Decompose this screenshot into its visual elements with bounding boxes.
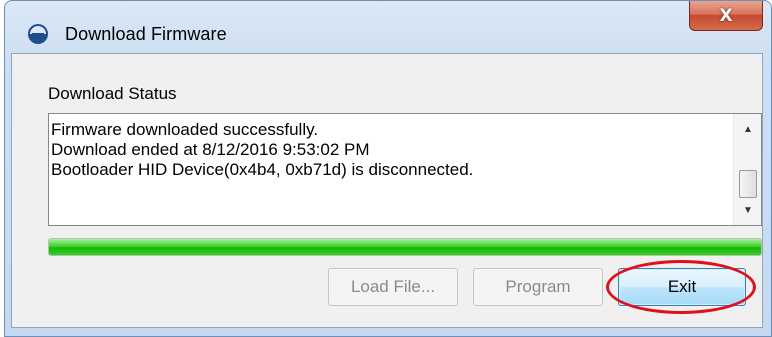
scroll-thumb[interactable] (739, 170, 757, 198)
status-text: Firmware downloaded successfully. Downloa… (51, 120, 731, 180)
scroll-up-arrow-icon[interactable]: ▲ (734, 118, 762, 140)
firmware-app-icon (28, 24, 48, 44)
progress-fill (49, 239, 761, 255)
scroll-down-arrow-icon[interactable]: ▼ (734, 199, 762, 221)
download-firmware-window: Download Firmware X Download Status Firm… (4, 0, 772, 337)
load-file-button[interactable]: Load File... (328, 268, 458, 306)
download-status-label: Download Status (48, 84, 177, 103)
status-line: Firmware downloaded successfully. (51, 120, 319, 139)
status-line: Download ended at 8/12/2016 9:53:02 PM (51, 140, 370, 159)
title-bar[interactable]: Download Firmware X (5, 1, 771, 51)
download-progress-bar (48, 238, 762, 256)
vertical-scrollbar[interactable]: ▲ ▼ (733, 114, 761, 225)
exit-button[interactable]: Exit (618, 268, 746, 306)
window-title: Download Firmware (65, 24, 227, 44)
close-button[interactable]: X (689, 1, 763, 31)
dialog-client-area: Download Status Firmware downloaded succ… (11, 53, 763, 328)
close-icon: X (719, 5, 733, 26)
program-button[interactable]: Program (473, 268, 603, 306)
status-line: Bootloader HID Device(0x4b4, 0xb71d) is … (51, 160, 474, 179)
download-status-textbox[interactable]: Firmware downloaded successfully. Downloa… (48, 113, 762, 226)
